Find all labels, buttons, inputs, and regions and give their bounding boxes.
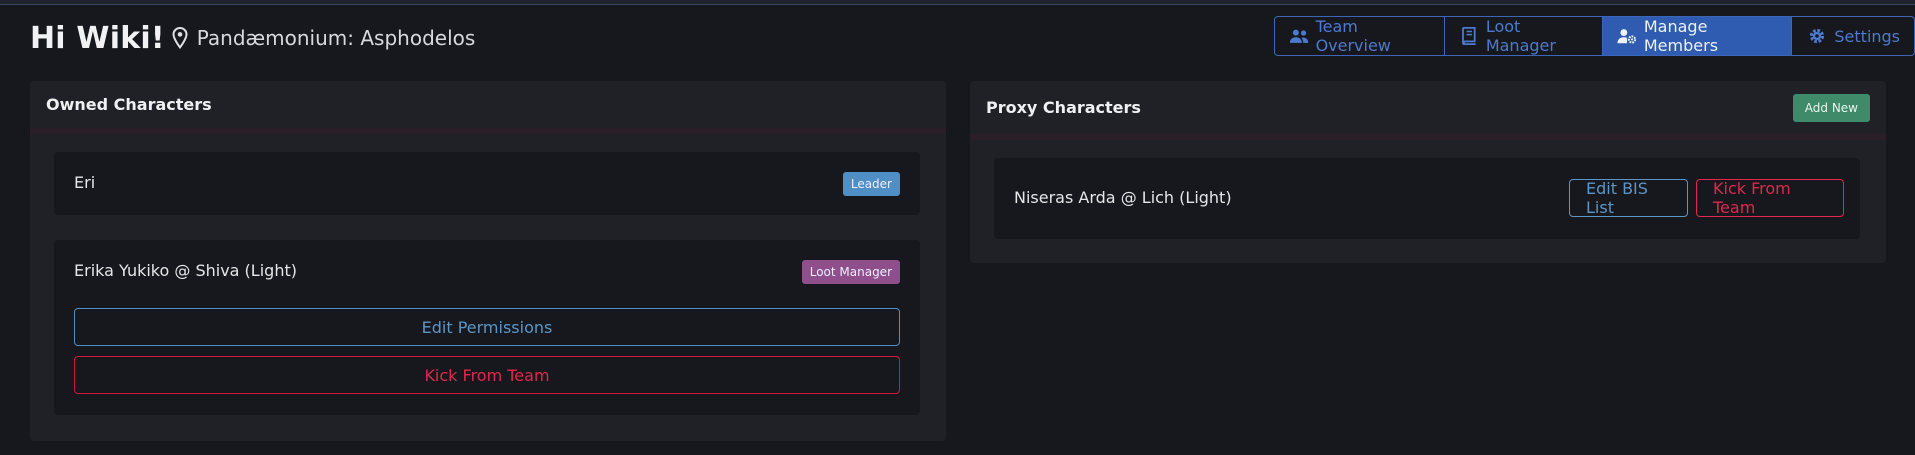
panel-title: Proxy Characters xyxy=(986,98,1141,117)
tab-loot-manager[interactable]: Loot Manager xyxy=(1445,17,1604,55)
page-title: Hi Wiki! xyxy=(30,20,165,56)
tab-label: Settings xyxy=(1834,26,1901,46)
book-icon xyxy=(1462,27,1476,45)
tab-team-overview[interactable]: Team Overview xyxy=(1275,17,1446,55)
role-badge: Loot Manager xyxy=(801,260,900,284)
edit-bis-list-button[interactable]: Edit BIS List xyxy=(1569,179,1688,217)
team-name: Pandæmonium: Asphodelos xyxy=(196,26,476,50)
kick-from-team-button[interactable]: Kick From Team xyxy=(1696,179,1844,217)
character-card: Eri Leader xyxy=(54,152,920,215)
tab-label: Team Overview xyxy=(1315,17,1391,55)
users-icon xyxy=(1289,29,1309,43)
character-name: Erika Yukiko @ Shiva (Light) xyxy=(74,261,297,280)
edit-permissions-button[interactable]: Edit Permissions xyxy=(74,308,900,346)
add-new-button[interactable]: Add New xyxy=(1792,93,1870,122)
character-name: Niseras Arda @ Lich (Light) xyxy=(1014,188,1232,207)
user-cog-icon xyxy=(1617,29,1637,44)
character-card: Niseras Arda @ Lich (Light) Edit BIS Lis… xyxy=(994,158,1860,239)
character-card: Erika Yukiko @ Shiva (Light) Loot Manage… xyxy=(54,240,920,415)
tab-label: Loot Manager xyxy=(1485,17,1556,55)
panel-title: Owned Characters xyxy=(46,95,212,114)
page-header: Hi Wiki! Pandæmonium: Asphodelos xyxy=(30,18,475,58)
top-bar xyxy=(0,0,1915,5)
role-badge: Leader xyxy=(842,172,900,196)
tab-manage-members[interactable]: Manage Members xyxy=(1603,17,1793,55)
kick-from-team-button[interactable]: Kick From Team xyxy=(74,356,900,394)
panel-header: Proxy Characters Add New xyxy=(970,81,1886,140)
character-name: Eri xyxy=(74,173,96,192)
team-navigation: Team Overview Loot Manager Manage Member… xyxy=(1274,16,1915,56)
tab-label: Manage Members xyxy=(1643,17,1719,55)
owned-characters-panel: Owned Characters Eri Leader Erika Yukiko… xyxy=(30,81,946,441)
gear-icon xyxy=(1810,28,1825,44)
panel-header: Owned Characters xyxy=(30,81,946,134)
tab-settings[interactable]: Settings xyxy=(1792,17,1914,55)
proxy-characters-panel: Proxy Characters Add New Niseras Arda @ … xyxy=(970,81,1886,263)
map-pin-icon xyxy=(172,27,188,49)
